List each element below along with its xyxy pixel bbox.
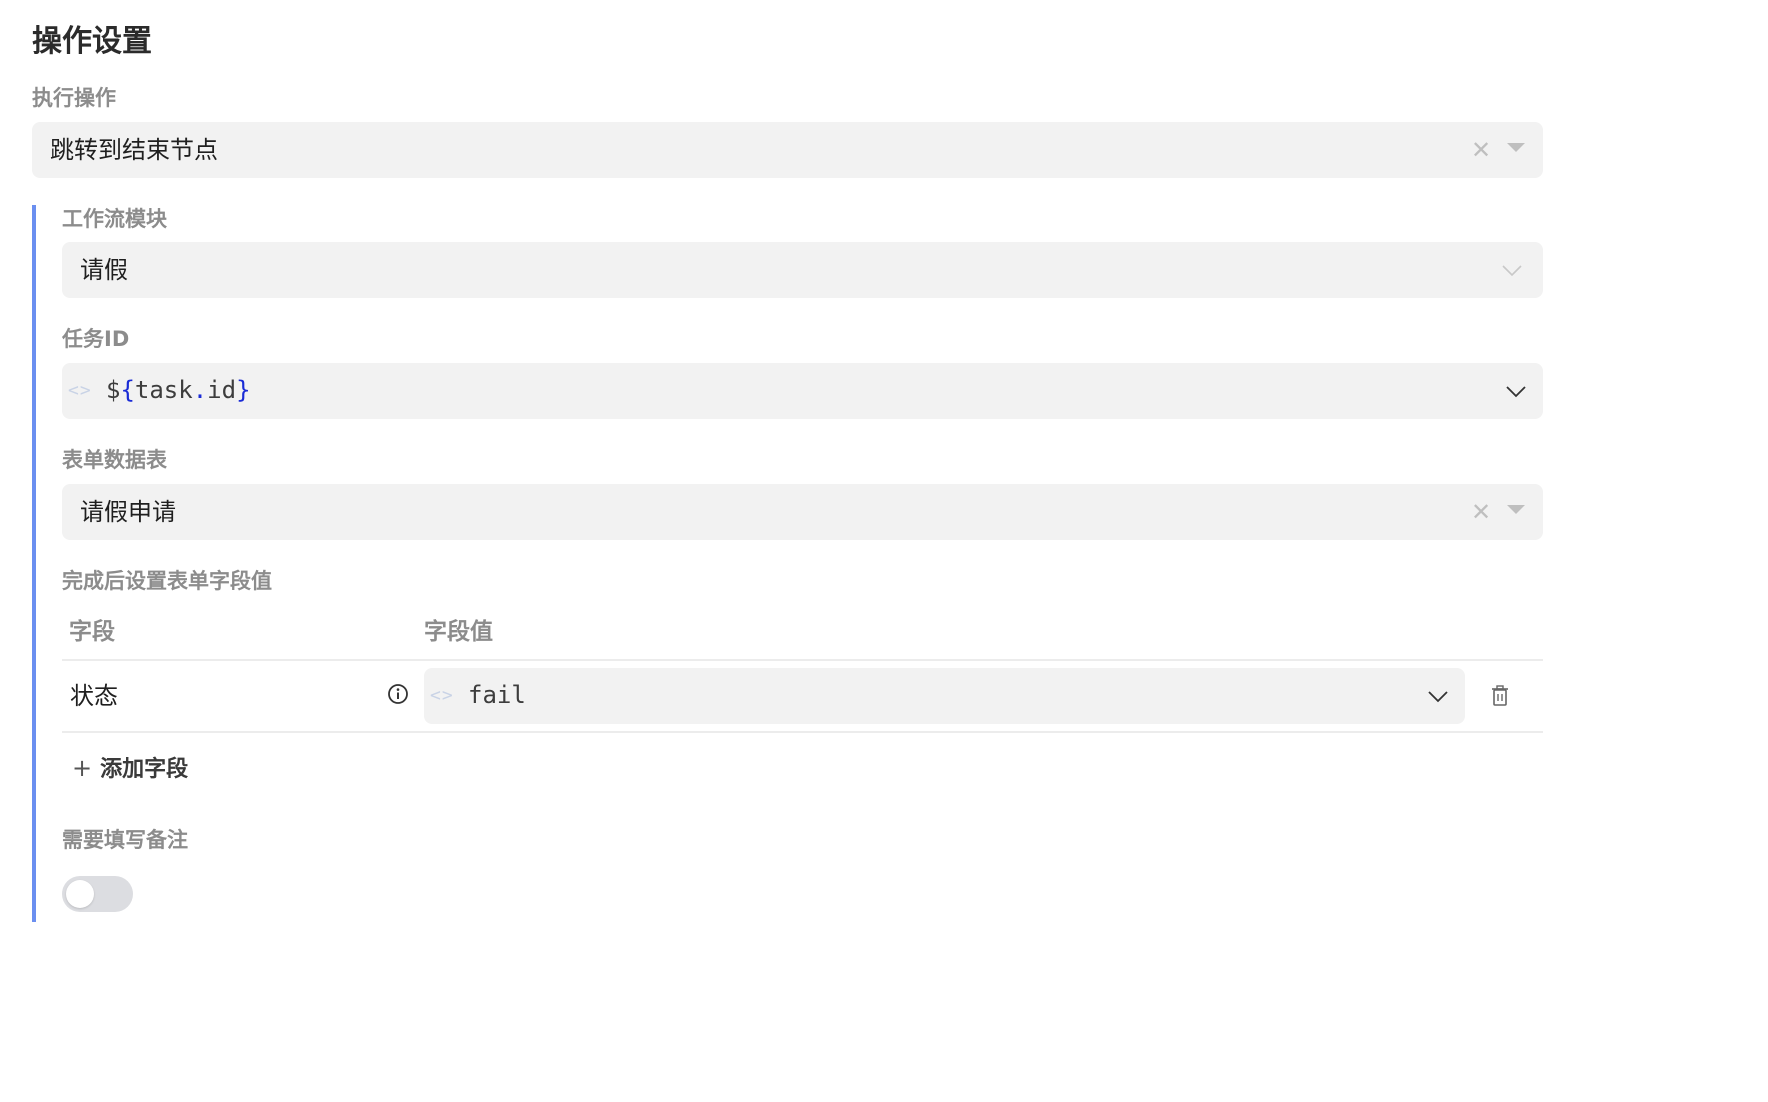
form-table-value: 请假申请 (80, 498, 176, 526)
field-values-label: 完成后设置表单字段值 (62, 569, 272, 593)
plus-icon: + (72, 754, 93, 782)
column-header-field-value: 字段值 (424, 619, 493, 645)
form-table-label: 表单数据表 (62, 448, 167, 472)
task-id-expression[interactable]: ${task.id} (106, 363, 251, 417)
chevron-down-icon[interactable] (1500, 258, 1524, 282)
close-icon[interactable]: ✕ (1470, 484, 1492, 540)
row-field-name: 状态 (70, 682, 118, 710)
require-remark-toggle[interactable] (62, 876, 133, 912)
action-select-value: 跳转到结束节点 (50, 136, 218, 164)
caret-down-icon[interactable] (1507, 143, 1525, 152)
add-field-button[interactable]: + 添加字段 (72, 752, 188, 784)
require-remark-label: 需要填写备注 (62, 828, 188, 852)
chevron-down-icon[interactable] (1504, 379, 1528, 403)
column-header-field: 字段 (69, 619, 115, 645)
workflow-module-label: 工作流模块 (62, 207, 167, 231)
form-table-select[interactable]: 请假申请 ✕ (62, 484, 1543, 540)
action-label: 执行操作 (32, 86, 116, 110)
caret-down-icon[interactable] (1507, 505, 1525, 514)
code-icon: <> (430, 685, 454, 706)
toggle-knob (66, 880, 94, 908)
chevron-down-icon[interactable] (1426, 684, 1450, 708)
workflow-module-select[interactable]: 请假 (62, 242, 1543, 298)
table-row-divider (62, 731, 1543, 733)
row-field-value-input[interactable]: <> fail (424, 668, 1465, 724)
task-id-input[interactable]: <> ${task.id} (62, 363, 1543, 419)
add-field-label: 添加字段 (100, 757, 189, 782)
action-select[interactable]: 跳转到结束节点 ✕ (32, 122, 1543, 178)
page-title: 操作设置 (32, 24, 152, 59)
table-header-divider (62, 659, 1543, 661)
code-icon: <> (68, 380, 92, 401)
row-field-value[interactable]: fail (468, 668, 526, 722)
action-config-group-bar (32, 205, 36, 922)
close-icon[interactable]: ✕ (1470, 122, 1492, 178)
trash-icon[interactable] (1489, 684, 1511, 708)
info-icon[interactable] (387, 683, 409, 705)
workflow-module-value: 请假 (80, 256, 128, 284)
task-id-label: 任务ID (62, 327, 130, 351)
